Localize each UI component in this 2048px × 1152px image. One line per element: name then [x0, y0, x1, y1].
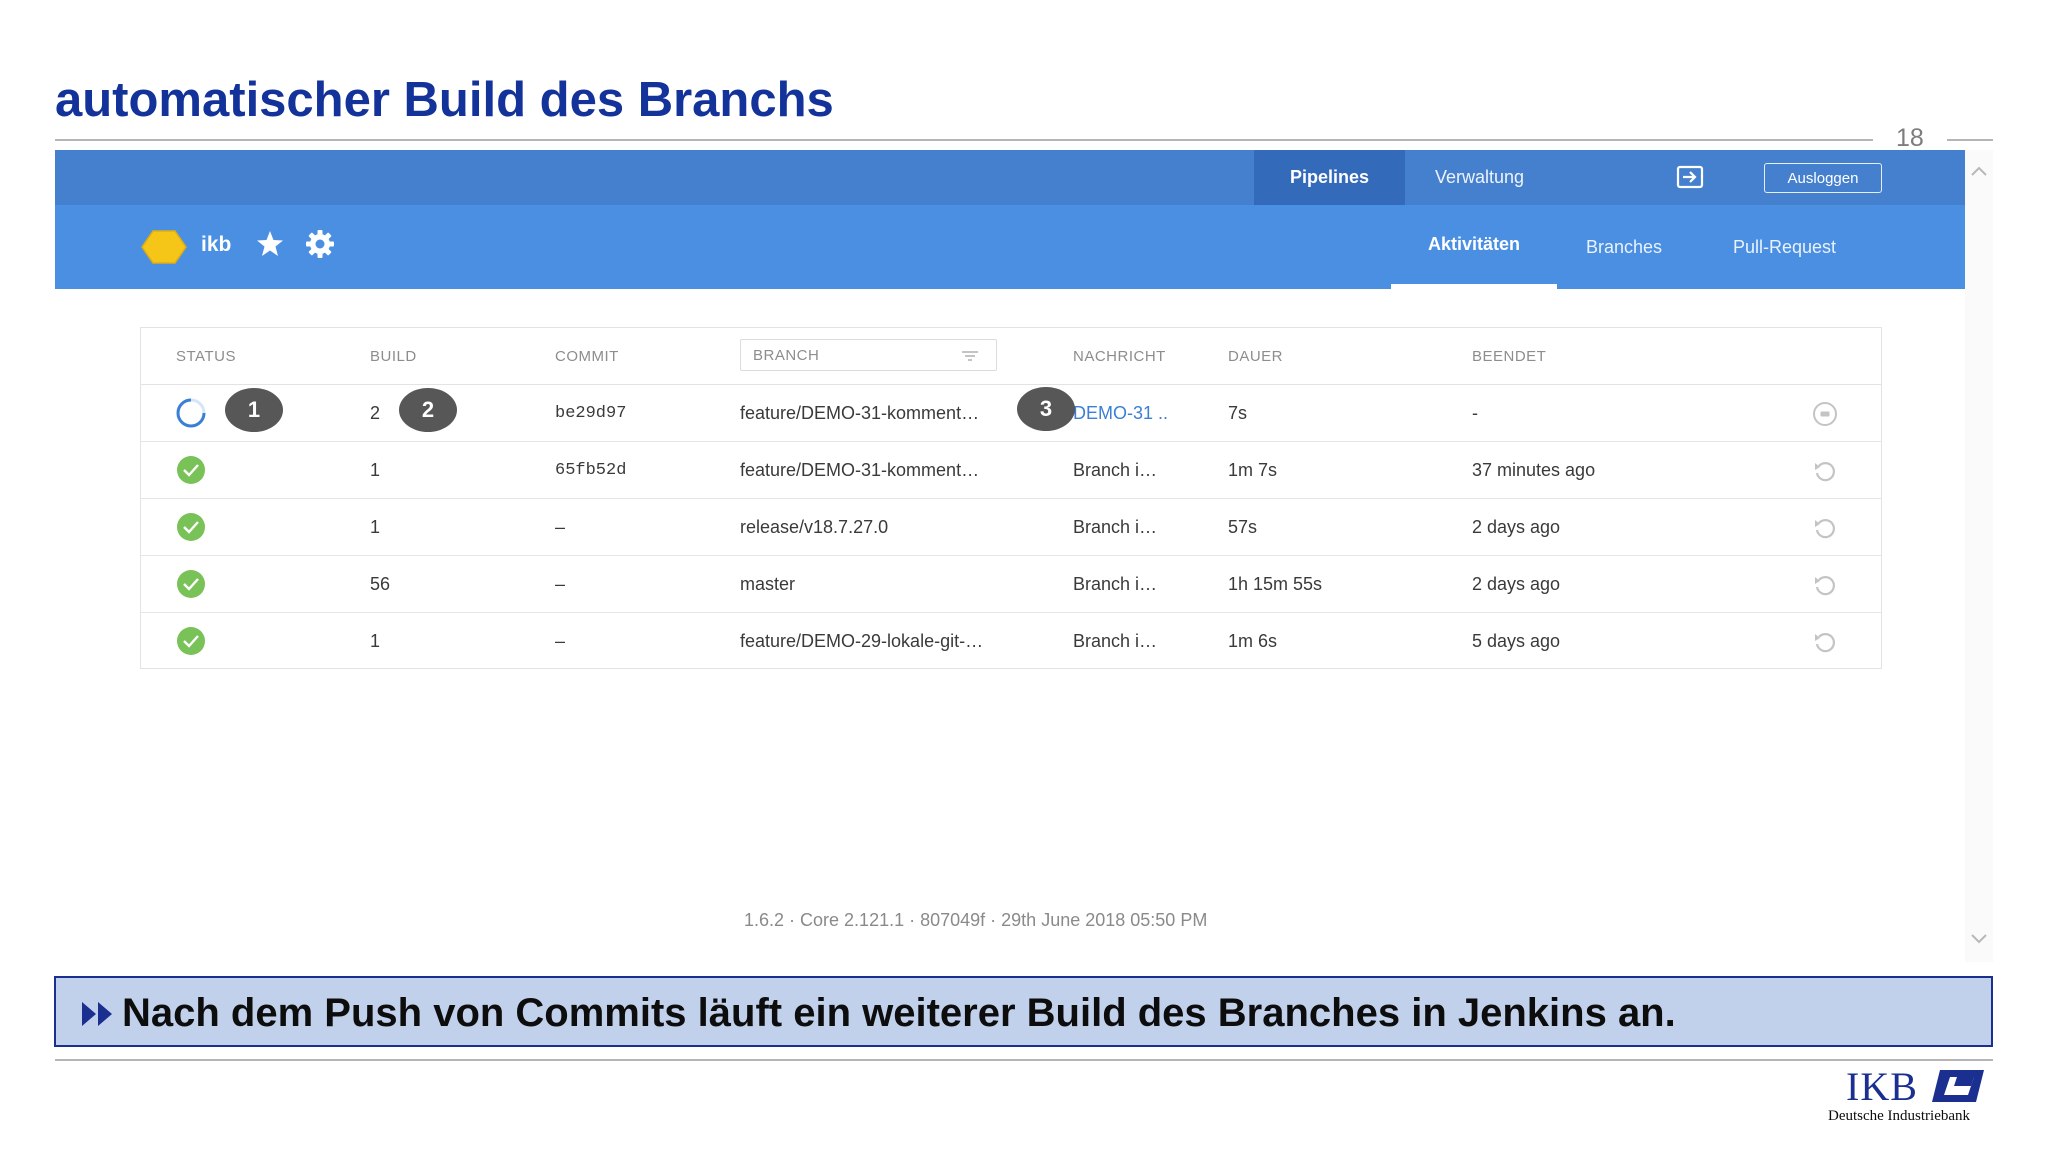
finished: 37 minutes ago: [1472, 460, 1596, 480]
activity-table: STATUS BUILD COMMIT BRANCH NACHRICHT DAU…: [140, 327, 1882, 669]
tab-aktivitaeten[interactable]: Aktivitäten: [1391, 205, 1557, 289]
finished: 2 days ago: [1472, 517, 1561, 537]
table-row[interactable]: 1 – release/v18.7.27.0 Branch i… 57s 2 d…: [141, 499, 1881, 556]
header-branch: BRANCH: [753, 347, 820, 364]
build-number: 2: [370, 403, 381, 423]
table-row[interactable]: 1 65fb52d feature/DEMO-31-komment… Branc…: [141, 442, 1881, 499]
finished: 5 days ago: [1472, 631, 1561, 651]
scroll-down-icon[interactable]: [1970, 932, 1988, 946]
header-build: BUILD: [370, 348, 417, 365]
logout-button[interactable]: Ausloggen: [1764, 163, 1882, 193]
pipeline-header: ikb Aktivitäten Branches Pull-Request: [55, 205, 1965, 289]
top-nav: Pipelines Verwaltung Ausloggen: [55, 150, 1965, 205]
title-divider: [55, 139, 1873, 141]
build-number: 56: [370, 574, 391, 594]
star-icon[interactable]: [255, 229, 285, 259]
note-box: Nach dem Push von Commits läuft ein weit…: [54, 976, 1993, 1047]
jenkins-screenshot: Pipelines Verwaltung Ausloggen ikb Aktiv…: [55, 150, 1993, 962]
table-header: STATUS BUILD COMMIT BRANCH NACHRICHT DAU…: [141, 328, 1881, 385]
callout-marker: 1: [225, 388, 283, 432]
commit-message: Branch i…: [1073, 574, 1158, 594]
header-beendet: BEENDET: [1472, 348, 1547, 365]
check-circle-icon: [177, 570, 205, 598]
finished: 2 days ago: [1472, 574, 1561, 594]
duration: 57s: [1228, 517, 1258, 537]
build-number: 1: [370, 517, 381, 537]
tab-pull-request[interactable]: Pull-Request: [1733, 205, 1836, 289]
org-name[interactable]: ikb: [201, 233, 231, 257]
duration: 1m 7s: [1228, 460, 1278, 480]
commit-hash: –: [555, 574, 566, 594]
stop-circle-icon[interactable]: [1811, 401, 1839, 427]
build-number: 1: [370, 631, 381, 651]
ikb-logo-subtitle: Deutsche Industriebank: [1828, 1108, 1971, 1124]
callout-marker: 3: [1017, 387, 1075, 431]
double-arrow-icon: [82, 1002, 112, 1026]
page-number: 18: [1896, 124, 1924, 152]
commit-hash: –: [555, 631, 566, 651]
tab-branches[interactable]: Branches: [1586, 205, 1662, 289]
commit-hash: –: [555, 517, 566, 537]
replay-icon[interactable]: [1811, 515, 1839, 541]
ikb-logo: IKB: [1846, 1064, 1918, 1109]
footer-divider: [55, 1059, 1993, 1061]
branch-filter[interactable]: BRANCH: [740, 339, 997, 371]
build-number: 1: [370, 460, 381, 480]
check-circle-icon: [177, 627, 205, 655]
header-commit: COMMIT: [555, 348, 619, 365]
ikb-logo-mark-icon: [1932, 1070, 1984, 1102]
header-dauer: DAUER: [1228, 348, 1284, 365]
commit-message: Branch i…: [1073, 460, 1158, 480]
replay-icon[interactable]: [1811, 572, 1839, 598]
header-nachricht: NACHRICHT: [1073, 348, 1166, 365]
commit-hash[interactable]: 65fb52d: [555, 442, 626, 499]
gear-icon[interactable]: [305, 229, 335, 259]
nav-pipelines[interactable]: Pipelines: [1254, 150, 1405, 205]
org-avatar-icon: [141, 230, 187, 264]
branch-name[interactable]: release/v18.7.27.0: [740, 499, 1017, 556]
commit-message: Branch i…: [1073, 631, 1158, 651]
branch-name[interactable]: feature/DEMO-31-komment…: [740, 442, 1017, 499]
branch-name[interactable]: master: [740, 556, 1017, 613]
spinner-ring-icon: [176, 398, 206, 428]
scroll-up-icon[interactable]: [1970, 164, 1988, 178]
scrollbar[interactable]: [1965, 150, 1993, 962]
exit-icon[interactable]: [1675, 164, 1705, 190]
slide-title: automatischer Build des Branchs: [55, 73, 834, 127]
note-text: Nach dem Push von Commits läuft ein weit…: [122, 991, 1676, 1035]
version-footer: 1.6.2 · Core 2.121.1 · 807049f · 29th Ju…: [744, 910, 1208, 930]
commit-message-link[interactable]: DEMO-31 ..: [1073, 385, 1191, 442]
filter-icon[interactable]: [961, 350, 979, 362]
branch-name[interactable]: feature/DEMO-29-lokale-git-…: [740, 613, 1017, 670]
header-status: STATUS: [176, 348, 236, 365]
duration: 1h 15m 55s: [1228, 574, 1323, 594]
table-row[interactable]: 56 – master Branch i… 1h 15m 55s 2 days …: [141, 556, 1881, 613]
callout-marker: 2: [399, 388, 457, 432]
slide: automatischer Build des Branchs 18 Pipel…: [0, 0, 2048, 1152]
check-circle-icon: [177, 513, 205, 541]
title-divider-right: [1947, 139, 1993, 141]
table-row[interactable]: 1 – feature/DEMO-29-lokale-git-… Branch …: [141, 613, 1881, 670]
commit-message: Branch i…: [1073, 517, 1158, 537]
nav-verwaltung[interactable]: Verwaltung: [1435, 150, 1524, 205]
replay-icon[interactable]: [1811, 629, 1839, 655]
branch-name[interactable]: feature/DEMO-31-komment…: [740, 385, 1017, 442]
duration: 7s: [1228, 403, 1248, 423]
replay-icon[interactable]: [1811, 458, 1839, 484]
commit-hash[interactable]: be29d97: [555, 385, 626, 442]
duration: 1m 6s: [1228, 631, 1278, 651]
check-circle-icon: [177, 456, 205, 484]
finished: -: [1472, 403, 1478, 423]
